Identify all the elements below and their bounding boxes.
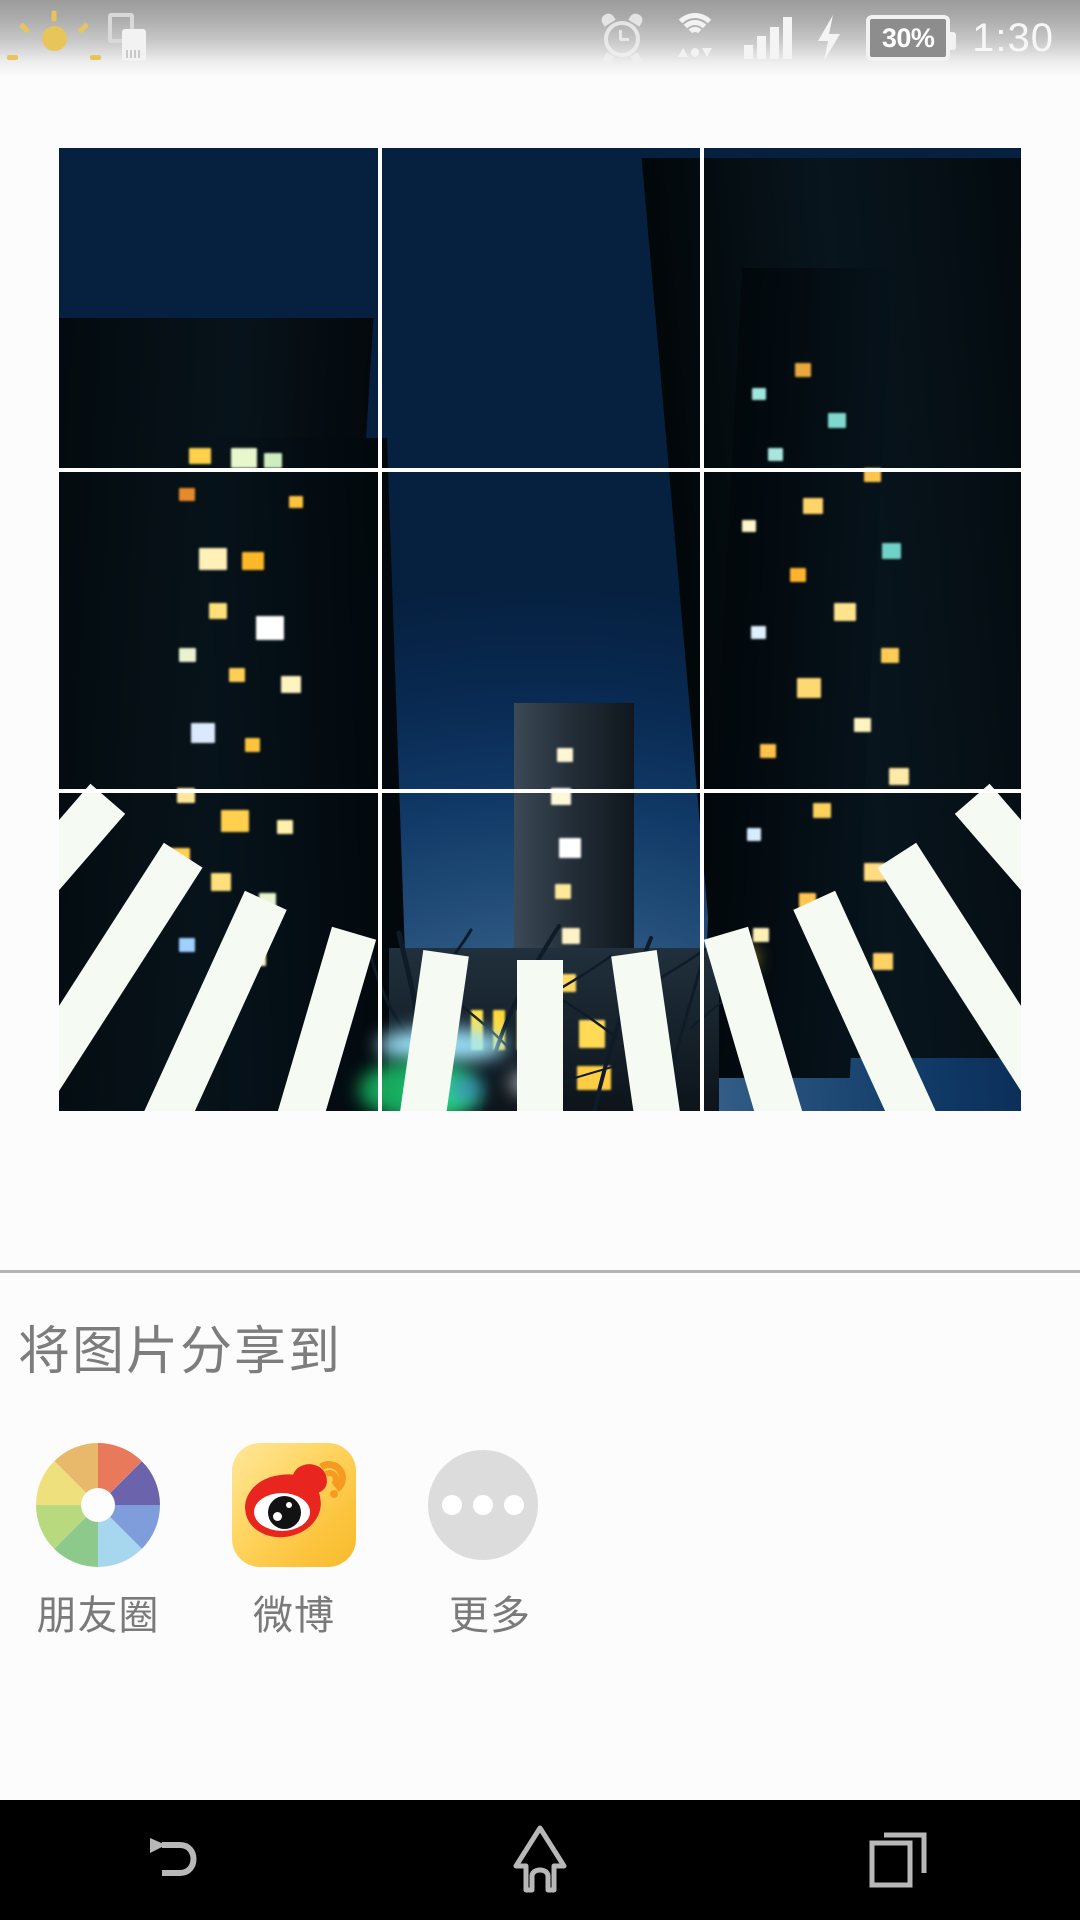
share-target-label: 微博 <box>253 1593 335 1639</box>
back-arrow-icon <box>150 1838 197 1876</box>
more-dots-icon <box>428 1443 552 1567</box>
home-button[interactable] <box>440 1800 640 1920</box>
share-panel-title: 将图片分享到 <box>18 1322 343 1382</box>
aperture-center <box>81 1488 115 1522</box>
weibo-icon <box>232 1443 356 1567</box>
shared-photo[interactable] <box>59 148 1021 1111</box>
cellular-signal-icon <box>744 17 793 59</box>
back-button[interactable] <box>80 1800 280 1920</box>
recents-button[interactable] <box>800 1800 1000 1920</box>
status-bar-right-icons: 30% 1:30 <box>598 11 1080 65</box>
brightness-sun-icon <box>7 10 101 105</box>
wechat-moments-icon <box>36 1443 160 1567</box>
battery-icon: 30% <box>866 15 957 61</box>
charging-bolt-icon <box>818 15 841 61</box>
phone-screen: 30% 1:30 将图片分享到 朋友圈 微博 更多 <box>0 0 1080 1920</box>
share-target-moments[interactable]: 朋友圈 <box>0 1443 196 1641</box>
share-target-label: 朋友圈 <box>36 1593 160 1639</box>
share-panel: 将图片分享到 朋友圈 微博 更多 <box>0 1273 1080 1800</box>
usb-connected-icon <box>108 13 148 63</box>
sunburst-ray <box>517 959 563 1111</box>
home-icon <box>513 1825 567 1893</box>
share-target-weibo[interactable]: 微博 <box>196 1443 392 1641</box>
alarm-clock-icon <box>598 11 646 65</box>
navigation-bar <box>0 1800 1080 1920</box>
wifi-icon <box>668 13 722 63</box>
sunburst-ray-overlay <box>59 148 1021 1111</box>
status-bar-clock: 1:30 <box>972 15 1054 60</box>
share-target-label: 更多 <box>449 1593 531 1639</box>
status-bar: 30% 1:30 <box>0 0 1080 105</box>
share-target-list: 朋友圈 微博 更多 <box>0 1443 588 1641</box>
battery-percent-label: 30% <box>881 22 935 53</box>
status-bar-left-icons <box>0 10 148 105</box>
photo-preview-area <box>0 76 1080 1270</box>
recents-icon <box>869 1832 927 1888</box>
share-target-more[interactable]: 更多 <box>392 1443 588 1641</box>
